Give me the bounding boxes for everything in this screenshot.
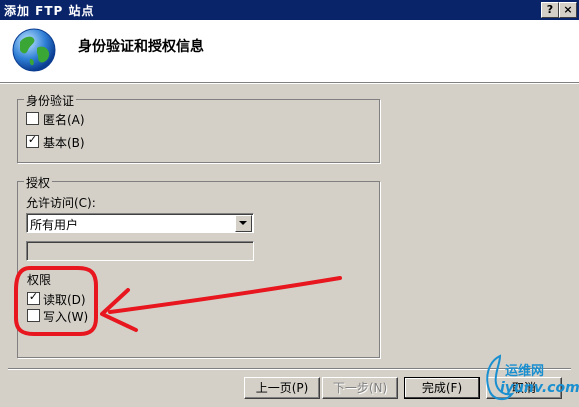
close-button[interactable]: × <box>559 2 577 18</box>
finish-button[interactable]: 完成(F) <box>404 377 480 399</box>
write-checkbox[interactable] <box>27 309 40 322</box>
dialog-window: 添加 FTP 站点 ? × 身份验证和授权信息 身份验证 匿名(A) ✓ 基本(… <box>0 0 579 407</box>
title-bar[interactable]: 添加 FTP 站点 ? × <box>0 0 579 20</box>
authorization-legend: 授权 <box>24 174 53 191</box>
page-title: 身份验证和授权信息 <box>78 39 204 55</box>
wizard-header: 身份验证和授权信息 <box>0 20 579 83</box>
authentication-legend: 身份验证 <box>24 92 77 109</box>
user-input[interactable] <box>26 241 254 261</box>
window-title: 添加 FTP 站点 <box>4 4 95 18</box>
allow-access-value: 所有用户 <box>30 218 79 232</box>
anonymous-label[interactable]: 匿名(A) <box>43 111 85 128</box>
watermark-text: 运维网 <box>505 364 545 379</box>
allow-access-select[interactable]: 所有用户 <box>26 213 254 233</box>
help-button[interactable]: ? <box>541 2 559 18</box>
allow-access-label: 允许访问(C): <box>26 196 96 210</box>
next-button: 下一步(N) <box>322 377 398 399</box>
watermark-url: iyunv.com <box>500 380 579 396</box>
read-checkbox[interactable]: ✓ <box>27 290 40 305</box>
check-mark-icon: ✓ <box>27 133 38 146</box>
write-label[interactable]: 写入(W) <box>43 308 88 325</box>
globe-icon <box>12 28 56 72</box>
dropdown-arrow-icon[interactable] <box>235 215 252 232</box>
check-mark-icon: ✓ <box>28 290 39 303</box>
basic-checkbox[interactable]: ✓ <box>26 133 39 148</box>
header-divider <box>0 83 579 84</box>
back-button[interactable]: 上一页(P) <box>244 377 320 399</box>
read-label[interactable]: 读取(D) <box>43 291 86 308</box>
anonymous-checkbox[interactable] <box>26 112 39 125</box>
permissions-legend: 权限 <box>27 273 52 287</box>
basic-label[interactable]: 基本(B) <box>43 134 85 151</box>
